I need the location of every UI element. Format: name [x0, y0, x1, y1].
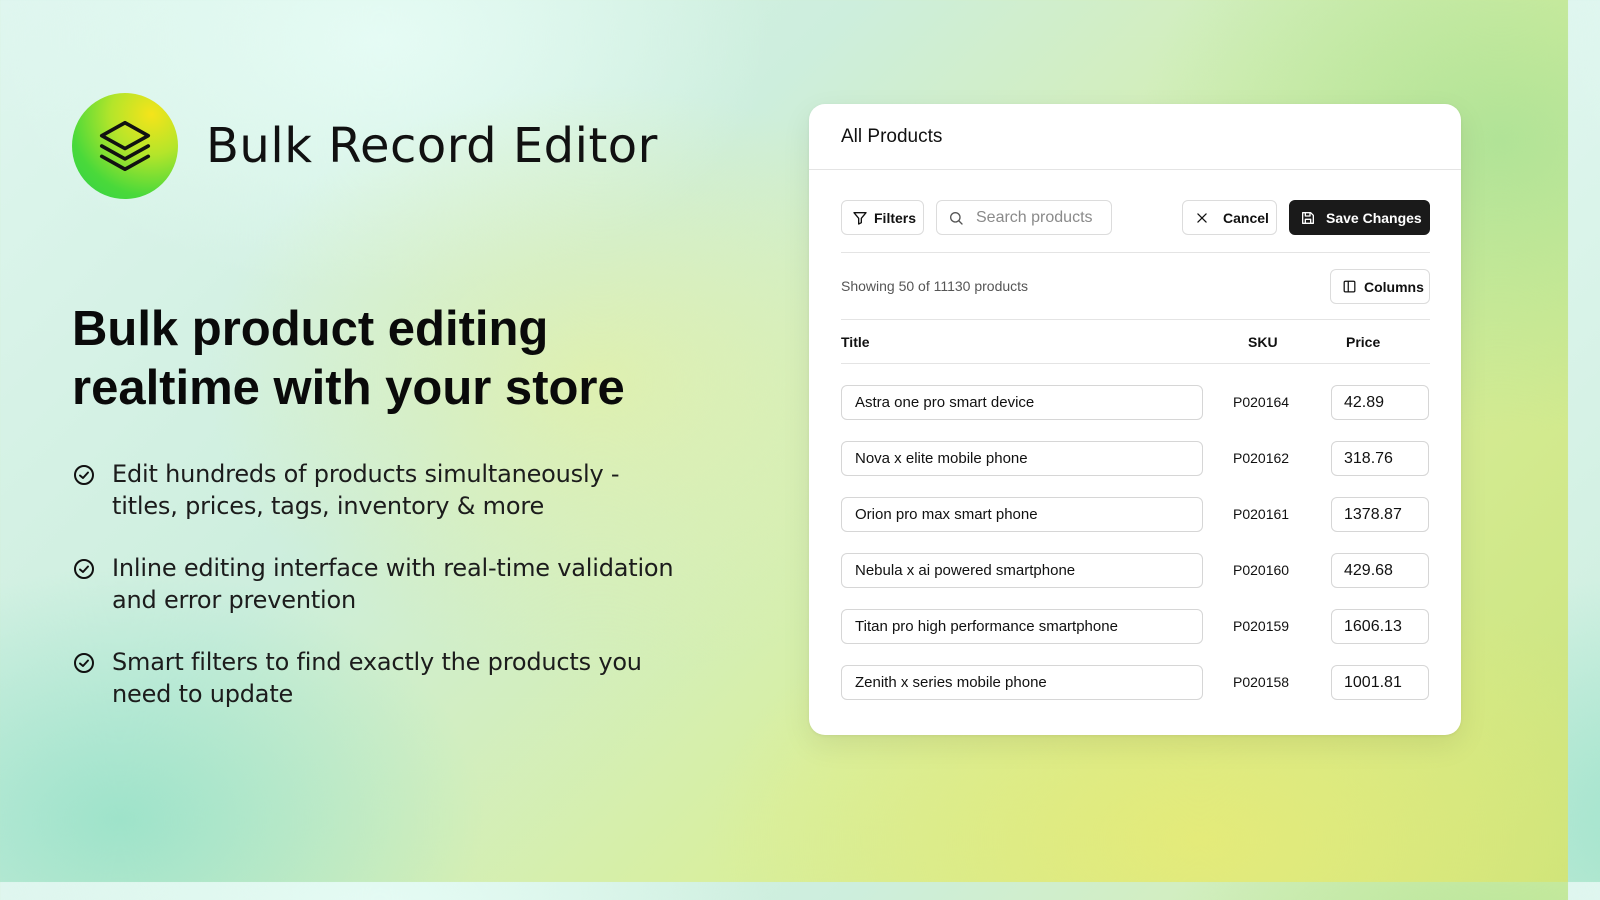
- title-input[interactable]: [841, 665, 1203, 700]
- products-card: All Products Filters Cancel Save Chang: [809, 104, 1461, 735]
- feature-text: Inline editing interface with real-time …: [112, 554, 674, 614]
- feature-item: Edit hundreds of products simultaneously…: [72, 458, 692, 522]
- filter-icon: [853, 211, 867, 225]
- price-input[interactable]: [1331, 497, 1429, 532]
- column-header-sku[interactable]: SKU: [1248, 334, 1278, 350]
- columns-icon: [1343, 280, 1356, 293]
- title-input[interactable]: [841, 441, 1203, 476]
- title-input[interactable]: [841, 553, 1203, 588]
- sku-value: P020164: [1233, 394, 1290, 410]
- table-row: P020161: [841, 497, 1430, 553]
- check-circle-icon: [74, 559, 94, 579]
- price-input[interactable]: [1331, 665, 1429, 700]
- price-input[interactable]: [1331, 553, 1429, 588]
- sku-value: P020160: [1233, 562, 1290, 578]
- search-icon: [950, 211, 963, 225]
- filters-label: Filters: [874, 209, 917, 226]
- sku-value: P020162: [1233, 450, 1290, 466]
- column-header-price[interactable]: Price: [1346, 334, 1380, 350]
- sku-value: P020161: [1233, 506, 1290, 522]
- cancel-button[interactable]: Cancel: [1182, 200, 1277, 235]
- table-row: P020158: [841, 665, 1430, 721]
- toolbar-divider: [841, 252, 1430, 253]
- search-input[interactable]: [974, 207, 1108, 228]
- save-label: Save Changes: [1326, 209, 1422, 226]
- table-row: P020159: [841, 609, 1430, 665]
- columns-label: Columns: [1364, 278, 1424, 295]
- price-input[interactable]: [1331, 609, 1429, 644]
- brand-logo: [72, 93, 178, 199]
- columns-button[interactable]: Columns: [1330, 269, 1430, 304]
- card-title: All Products: [841, 125, 943, 147]
- feature-item: Inline editing interface with real-time …: [72, 552, 692, 616]
- sku-value: P020159: [1233, 618, 1290, 634]
- search-box[interactable]: [936, 200, 1112, 235]
- check-circle-icon: [74, 653, 94, 673]
- toolbar: Filters Cancel Save Changes: [841, 200, 1430, 236]
- brand: Bulk Record Editor: [72, 93, 658, 199]
- save-changes-button[interactable]: Save Changes: [1289, 200, 1430, 235]
- feature-text: Smart filters to find exactly the produc…: [112, 648, 642, 708]
- price-input[interactable]: [1331, 441, 1429, 476]
- table-row: P020164: [841, 385, 1430, 441]
- feature-item: Smart filters to find exactly the produc…: [72, 646, 692, 710]
- layers-icon: [99, 120, 151, 172]
- hero-headline: Bulk product editing realtime with your …: [72, 302, 625, 415]
- close-icon: [1197, 212, 1207, 223]
- card-header: All Products: [809, 104, 1461, 170]
- title-input[interactable]: [841, 497, 1203, 532]
- check-circle-icon: [74, 465, 94, 485]
- feature-text: Edit hundreds of products simultaneously…: [112, 460, 620, 520]
- price-input[interactable]: [1331, 385, 1429, 420]
- column-header-title[interactable]: Title: [841, 334, 870, 350]
- brand-name: Bulk Record Editor: [206, 118, 658, 174]
- title-input[interactable]: [841, 609, 1203, 644]
- header-divider: [841, 363, 1430, 364]
- product-table-body: P020164 P020162 P020161 P020160 P020159 …: [841, 385, 1430, 721]
- results-summary: Showing 50 of 11130 products: [841, 278, 1029, 294]
- summary-divider: [841, 319, 1430, 320]
- cancel-label: Cancel: [1223, 209, 1269, 226]
- filters-button[interactable]: Filters: [841, 200, 924, 235]
- save-icon: [1302, 211, 1314, 224]
- feature-list: Edit hundreds of products simultaneously…: [72, 458, 692, 740]
- sku-value: P020158: [1233, 674, 1290, 690]
- table-row: P020160: [841, 553, 1430, 609]
- title-input[interactable]: [841, 385, 1203, 420]
- table-row: P020162: [841, 441, 1430, 497]
